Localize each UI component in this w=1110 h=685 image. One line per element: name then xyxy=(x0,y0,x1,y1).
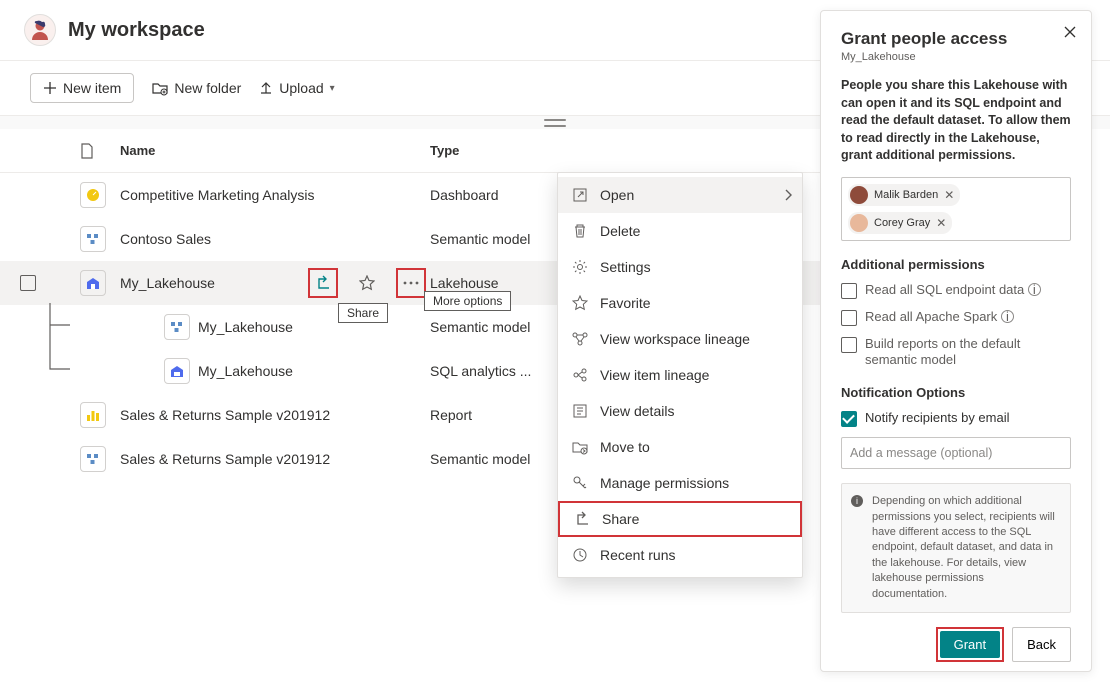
notification-heading: Notification Options xyxy=(841,385,1071,400)
panel-description: People you share this Lakehouse with can… xyxy=(841,77,1071,165)
file-header-icon xyxy=(80,143,94,159)
checkbox-checked[interactable] xyxy=(841,411,857,427)
panel-subtitle: My_Lakehouse xyxy=(841,51,1071,63)
dashboard-icon xyxy=(80,182,106,208)
svg-text:i: i xyxy=(856,496,858,506)
upload-icon xyxy=(259,81,273,95)
ctx-move-to[interactable]: Move to xyxy=(558,429,802,465)
new-folder-button[interactable]: New folder xyxy=(152,80,241,96)
checkbox[interactable] xyxy=(841,337,857,353)
favorite-action[interactable] xyxy=(352,268,382,298)
move-icon xyxy=(572,439,588,455)
ctx-recent-runs[interactable]: Recent runs xyxy=(558,537,802,573)
avatar-icon xyxy=(850,186,868,204)
row-checkbox[interactable] xyxy=(20,275,36,291)
info-callout: i Depending on which additional permissi… xyxy=(841,483,1071,613)
lakehouse-icon xyxy=(80,270,106,296)
context-menu: Open Delete Settings Favorite View works… xyxy=(557,172,803,578)
folder-plus-icon xyxy=(152,80,168,96)
star-icon xyxy=(359,275,375,291)
remove-chip-icon[interactable]: ✕ xyxy=(944,188,954,202)
close-icon xyxy=(1063,25,1077,39)
people-input[interactable]: Malik Barden ✕ Corey Gray ✕ xyxy=(841,177,1071,241)
trash-icon xyxy=(572,223,588,239)
additional-permissions-heading: Additional permissions xyxy=(841,257,1071,272)
message-input[interactable]: Add a message (optional) xyxy=(841,437,1071,469)
panel-footer: Grant Back xyxy=(841,613,1071,662)
column-name[interactable]: Name xyxy=(120,143,430,158)
people-chip[interactable]: Corey Gray ✕ xyxy=(848,212,952,234)
ctx-delete[interactable]: Delete xyxy=(558,213,802,249)
share-icon xyxy=(574,511,590,527)
ctx-workspace-lineage[interactable]: View workspace lineage xyxy=(558,321,802,357)
checkbox[interactable] xyxy=(841,310,857,326)
ctx-share[interactable]: Share xyxy=(558,501,802,537)
person-avatar-icon xyxy=(29,19,51,41)
table-header-row: Name Type xyxy=(0,129,820,173)
chevron-down-icon: ▾ xyxy=(330,83,335,94)
info-icon: i xyxy=(850,494,864,508)
report-icon xyxy=(80,402,106,428)
people-chip[interactable]: Malik Barden ✕ xyxy=(848,184,960,206)
key-icon xyxy=(572,475,588,491)
semantic-model-icon xyxy=(80,226,106,252)
item-name: Competitive Marketing Analysis xyxy=(120,187,315,203)
ctx-manage-permissions[interactable]: Manage permissions xyxy=(558,465,802,501)
ctx-item-lineage[interactable]: View item lineage xyxy=(558,357,802,393)
details-icon xyxy=(572,403,588,419)
close-panel-button[interactable] xyxy=(1063,25,1077,39)
ctx-view-details[interactable]: View details xyxy=(558,393,802,429)
item-name: Sales & Returns Sample v201912 xyxy=(120,451,330,467)
more-options-action[interactable] xyxy=(396,268,426,298)
sql-endpoint-icon xyxy=(164,358,190,384)
new-folder-label: New folder xyxy=(174,80,241,96)
grant-button-highlight: Grant xyxy=(936,627,1005,662)
ctx-open[interactable]: Open xyxy=(558,177,802,213)
workspace-title: My workspace xyxy=(68,19,205,42)
item-lineage-icon xyxy=(572,367,588,383)
remove-chip-icon[interactable]: ✕ xyxy=(936,216,946,230)
avatar-icon xyxy=(850,214,868,232)
grant-button[interactable]: Grant xyxy=(940,631,1001,658)
semantic-model-icon xyxy=(80,446,106,472)
item-name: Sales & Returns Sample v201912 xyxy=(120,407,330,423)
more-icon xyxy=(403,281,419,285)
back-button[interactable]: Back xyxy=(1012,627,1071,662)
grant-access-panel: Grant people access My_Lakehouse People … xyxy=(820,10,1092,672)
info-icon[interactable]: i xyxy=(1028,283,1041,296)
open-icon xyxy=(572,187,588,203)
semantic-model-icon xyxy=(164,314,190,340)
perm-row-build[interactable]: Build reports on the default semantic mo… xyxy=(841,336,1071,370)
gear-icon xyxy=(572,259,588,275)
plus-icon xyxy=(43,81,57,95)
share-icon xyxy=(315,275,331,291)
new-item-label: New item xyxy=(63,80,121,96)
workspace-avatar xyxy=(24,14,56,46)
perm-row-spark[interactable]: Read all Apache Spark i xyxy=(841,309,1071,326)
item-name: Contoso Sales xyxy=(120,231,211,247)
column-type[interactable]: Type xyxy=(430,143,630,158)
item-name: My_Lakehouse xyxy=(198,319,293,335)
perm-row-sql[interactable]: Read all SQL endpoint data i xyxy=(841,282,1071,299)
history-icon xyxy=(572,547,588,563)
upload-label: Upload xyxy=(279,80,323,96)
ctx-favorite[interactable]: Favorite xyxy=(558,285,802,321)
share-action[interactable] xyxy=(308,268,338,298)
upload-button[interactable]: Upload ▾ xyxy=(259,80,334,96)
new-item-button[interactable]: New item xyxy=(30,73,134,103)
info-icon[interactable]: i xyxy=(1001,310,1014,323)
item-name: My_Lakehouse xyxy=(120,275,215,291)
lineage-icon xyxy=(572,331,588,347)
notify-row[interactable]: Notify recipients by email xyxy=(841,410,1071,427)
checkbox[interactable] xyxy=(841,283,857,299)
star-icon xyxy=(572,295,588,311)
chevron-right-icon xyxy=(784,189,792,201)
ctx-settings[interactable]: Settings xyxy=(558,249,802,285)
item-name: My_Lakehouse xyxy=(198,363,293,379)
panel-title: Grant people access xyxy=(841,29,1071,49)
